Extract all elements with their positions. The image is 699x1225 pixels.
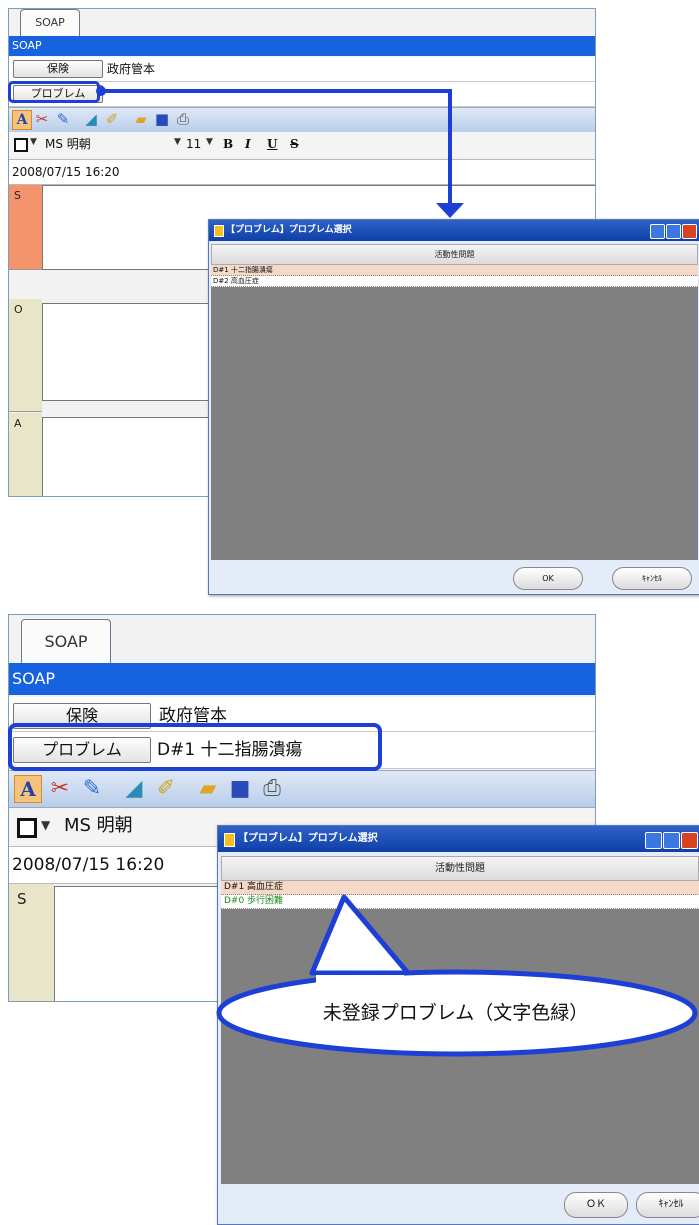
ok-button[interactable]: ＯＫ xyxy=(564,1192,628,1218)
ok-button[interactable]: OK xyxy=(513,567,583,590)
tab-soap[interactable]: SOAP xyxy=(21,619,111,664)
paint-icon[interactable]: ◢ xyxy=(121,775,147,801)
save-icon[interactable]: ■ xyxy=(227,775,253,801)
column-header: 活動性問題 xyxy=(211,244,698,265)
cancel-button[interactable]: ｷｬﾝｾﾙ xyxy=(636,1192,699,1218)
section-s: S xyxy=(9,884,54,1001)
app-icon xyxy=(214,225,224,237)
brush-icon[interactable]: ✐ xyxy=(153,775,179,801)
toolbar: A ✂ ✎ ◢ ✐ ▰ ■ ⎙ xyxy=(9,770,595,808)
list-item[interactable]: D#1 十二指腸潰瘍 xyxy=(211,265,698,276)
list-item[interactable]: D#2 高血圧症 xyxy=(211,276,698,287)
app-icon xyxy=(224,833,235,847)
dialog-titlebar: 【プロブレム】プロブレム選択 xyxy=(209,220,699,241)
minimize-icon[interactable] xyxy=(645,832,662,849)
checkbox-icon[interactable] xyxy=(17,818,37,838)
cancel-button[interactable]: ｷｬﾝｾﾙ xyxy=(612,567,692,590)
close-icon[interactable] xyxy=(681,832,698,849)
section-o: O xyxy=(9,299,42,412)
problem-list: D#1 十二指腸潰瘍 D#2 高血圧症 xyxy=(211,265,698,560)
close-icon[interactable] xyxy=(682,224,697,239)
chevron-down-icon[interactable]: ▼ xyxy=(41,818,50,832)
problem-row-highlight xyxy=(8,723,382,771)
dialog-footer: OK ｷｬﾝｾﾙ xyxy=(209,562,699,594)
callout-text: 未登録プロブレム（文字色緑） xyxy=(322,1002,589,1024)
maximize-icon[interactable] xyxy=(663,832,680,849)
callout-balloon xyxy=(216,894,698,1057)
section-s-label: S xyxy=(17,890,27,908)
print-icon[interactable]: ⎙ xyxy=(259,775,285,801)
open-folder-icon[interactable]: ▰ xyxy=(195,775,221,801)
section-o-label: O xyxy=(14,303,23,316)
maximize-icon[interactable] xyxy=(666,224,681,239)
tools-icon[interactable]: ✂ xyxy=(47,775,73,801)
connector-arrow xyxy=(96,86,464,218)
dialog-titlebar: 【プロブレム】プロブレム選択 xyxy=(218,826,699,852)
edit-icon[interactable]: ✎ xyxy=(79,775,105,801)
column-header: 活動性問題 xyxy=(221,856,699,881)
problem-select-dialog-top: 【プロブレム】プロブレム選択 活動性問題 D#1 十二指腸潰瘍 D#2 高血圧症… xyxy=(208,219,699,595)
section-a-label: A xyxy=(14,417,22,430)
minimize-icon[interactable] xyxy=(650,224,665,239)
text-color-icon[interactable]: A xyxy=(14,775,42,803)
dialog-footer: ＯＫ ｷｬﾝｾﾙ xyxy=(218,1186,699,1224)
section-a: A xyxy=(9,413,42,496)
soap-band: SOAP xyxy=(9,663,595,695)
font-name[interactable]: MS 明朝 xyxy=(64,813,133,839)
